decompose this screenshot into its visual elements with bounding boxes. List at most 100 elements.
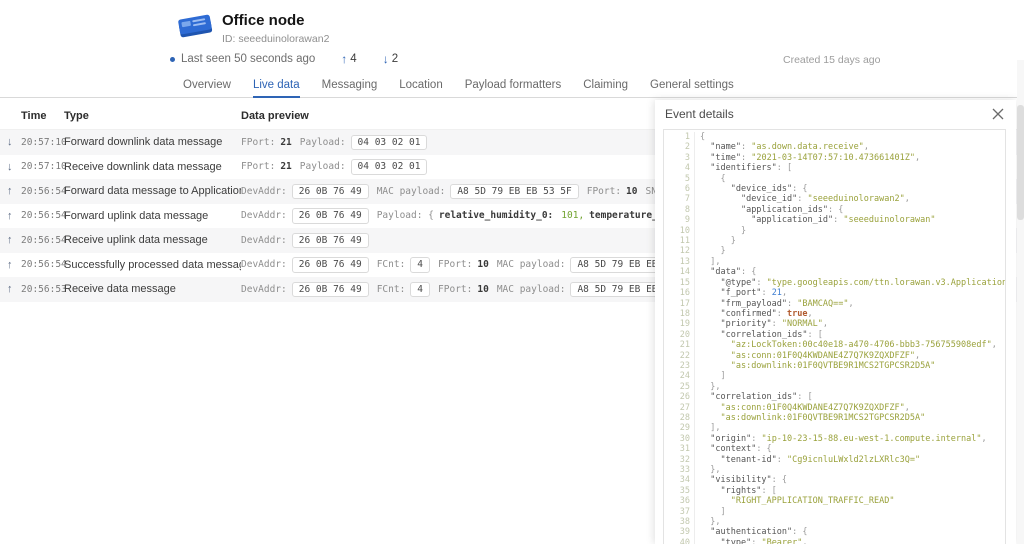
json-line-content: "application_ids": { [700, 205, 843, 215]
json-line: 3 "time": "2021-03-14T07:57:10.473661401… [664, 153, 1005, 163]
uplink-count: 4 [350, 53, 356, 65]
json-line: 31 "context": { [664, 444, 1005, 454]
json-line: 1{ [664, 132, 1005, 142]
down-arrow-icon: ↓ [7, 136, 21, 148]
json-line: 28 "as:downlink:01F0QVTBE9R1MCS2TGPCSR2D… [664, 413, 1005, 423]
line-number: 17 [664, 299, 695, 309]
json-line: 37 ] [664, 507, 1005, 517]
json-line: 33 }, [664, 465, 1005, 475]
event-time: 20:56:53 [21, 284, 64, 295]
uplink-counter: ↑4 [341, 52, 356, 66]
line-number: 24 [664, 371, 695, 381]
line-number: 40 [664, 538, 695, 544]
json-line: 10 } [664, 226, 1005, 236]
event-time: 20:57:10 [21, 137, 64, 148]
json-line: 36 "RIGHT_APPLICATION_TRAFFIC_READ" [664, 496, 1005, 506]
tab-payload-formatters[interactable]: Payload formatters [465, 79, 562, 97]
json-line-content: "as:downlink:01F0QVTBE9R1MCS2TGPCSR2D5A" [700, 361, 935, 371]
json-line-content: "frm_payload": "BAMCAQ==", [700, 299, 854, 309]
line-number: 31 [664, 444, 695, 454]
line-number: 28 [664, 413, 695, 423]
data-chip: 4 [410, 282, 430, 298]
json-line-content: ] [700, 371, 726, 381]
line-number: 33 [664, 465, 695, 475]
json-line-content: } [700, 246, 726, 256]
status-dot-icon [170, 57, 175, 62]
json-line-content: "device_ids": { [700, 184, 808, 194]
page-scrollbar[interactable] [1017, 60, 1024, 544]
preview-token: FCnt: [377, 284, 406, 295]
preview-token: FCnt: [377, 259, 406, 270]
device-id: ID: seeeduinolorawan2 [222, 33, 329, 45]
up-arrow-icon: ↑ [7, 234, 21, 246]
preview-token: 10 [477, 284, 488, 295]
line-number: 22 [664, 351, 695, 361]
preview-token: 101, [561, 210, 584, 221]
json-line-content: "name": "as.down.data.receive", [700, 142, 869, 152]
event-time: 20:56:54 [21, 259, 64, 270]
preview-token: Payload: [300, 137, 346, 148]
data-chip: 26 0B 76 49 [292, 208, 369, 224]
preview-token: 10 [477, 259, 488, 270]
tab-claiming[interactable]: Claiming [583, 79, 628, 97]
json-line: 6 "device_ids": { [664, 184, 1005, 194]
event-json-viewer[interactable]: 1{2 "name": "as.down.data.receive",3 "ti… [663, 129, 1006, 544]
json-line-content: "confirmed": true, [700, 309, 813, 319]
device-id-label: ID: [222, 33, 235, 45]
tab-live-data[interactable]: Live data [253, 79, 300, 98]
scrollbar-thumb[interactable] [1017, 105, 1024, 220]
event-type: Forward downlink data message [64, 136, 241, 148]
col-type: Type [64, 110, 241, 122]
json-line-content: ], [700, 257, 721, 267]
json-line-content: "f_port": 21, [700, 288, 787, 298]
json-line: 7 "device_id": "seeeduinolorawan2", [664, 194, 1005, 204]
json-line: 9 "application_id": "seeeduinolorawan" [664, 215, 1005, 225]
data-chip: 4 [410, 257, 430, 273]
json-line: 8 "application_ids": { [664, 205, 1005, 215]
preview-token: 21 [280, 161, 291, 172]
preview-token: 10 [626, 186, 637, 197]
line-number: 5 [664, 174, 695, 184]
json-line-content: "rights": [ [700, 486, 777, 496]
line-number: 34 [664, 475, 695, 485]
line-number: 23 [664, 361, 695, 371]
close-icon[interactable] [990, 106, 1006, 122]
last-seen-text: Last seen 50 seconds ago [181, 53, 315, 65]
data-chip: 26 0B 76 49 [292, 184, 369, 200]
json-line-content: "RIGHT_APPLICATION_TRAFFIC_READ" [700, 496, 894, 506]
json-line: 19 "priority": "NORMAL", [664, 319, 1005, 329]
line-number: 13 [664, 257, 695, 267]
col-time: Time [21, 110, 64, 122]
event-time: 20:56:54 [21, 210, 64, 221]
preview-token: FPort: [587, 186, 621, 197]
json-line: 27 "as:conn:01F0Q4KWDANE4Z7Q7K9ZQXDFZF", [664, 403, 1005, 413]
tab-location[interactable]: Location [399, 79, 442, 97]
tab-overview[interactable]: Overview [183, 79, 231, 97]
event-type: Receive downlink data message [64, 161, 241, 173]
json-line-content: "az:LockToken:00c40e18-a470-4706-bbb3-75… [700, 340, 997, 350]
json-line-content: { [700, 174, 726, 184]
line-number: 18 [664, 309, 695, 319]
json-line-content: "context": { [700, 444, 772, 454]
json-line-content: "time": "2021-03-14T07:57:10.473661401Z"… [700, 153, 920, 163]
event-details-header: Event details [655, 100, 1016, 127]
device-id-value: seeeduinolorawan2 [238, 33, 329, 45]
json-line-content: "device_id": "seeeduinolorawan2", [700, 194, 910, 204]
json-line-content: "authentication": { [700, 527, 808, 537]
tab-general-settings[interactable]: General settings [650, 79, 734, 97]
json-line-content: "@type": "type.googleapis.com/ttn.lorawa… [700, 278, 1006, 288]
data-chip: 04 03 02 01 [351, 159, 428, 175]
line-number: 19 [664, 319, 695, 329]
line-number: 21 [664, 340, 695, 350]
tab-messaging[interactable]: Messaging [322, 79, 378, 97]
data-chip: 04 03 02 01 [351, 135, 428, 151]
json-line: 15 "@type": "type.googleapis.com/ttn.lor… [664, 278, 1005, 288]
preview-token: Payload: { [377, 210, 434, 221]
line-number: 2 [664, 142, 695, 152]
page-title: Office node [222, 12, 305, 29]
json-line-content: "priority": "NORMAL", [700, 319, 828, 329]
json-line: 16 "f_port": 21, [664, 288, 1005, 298]
json-line: 34 "visibility": { [664, 475, 1005, 485]
json-line: 20 "correlation_ids": [ [664, 330, 1005, 340]
line-number: 25 [664, 382, 695, 392]
